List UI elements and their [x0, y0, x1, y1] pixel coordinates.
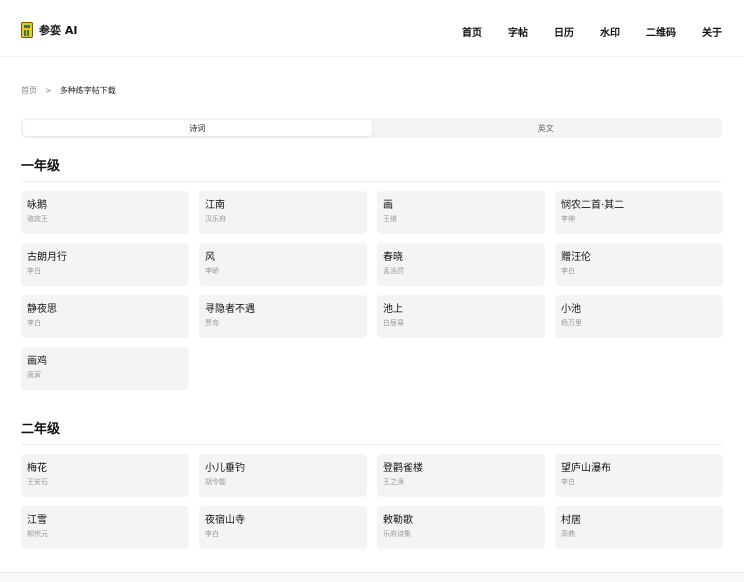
poem-title: 小儿垂钓: [205, 463, 245, 474]
poem-card[interactable]: 梅花 王安石: [21, 454, 189, 497]
poem-grid: 咏鹅骆宾王 江南汉乐府 画王维 悯农二首·其二 李绅 古朗月行李白 风李峤 春晓孟…: [21, 191, 723, 390]
poem-card[interactable]: 咏鹅 骆宾王: [21, 191, 189, 234]
poem-title: 风: [205, 252, 215, 263]
poem-author: 高鼎: [561, 530, 575, 538]
breadcrumb: 首页 > 多种练字帖下载: [21, 85, 116, 96]
poem-author: 柳宗元: [27, 530, 48, 538]
breadcrumb-separator-icon: >: [45, 86, 52, 95]
poem-card[interactable]: 登鹳雀楼 王之涣: [377, 454, 545, 497]
poem-title: 寻隐者不遇: [205, 304, 255, 315]
nav-qrcode[interactable]: 二维码: [646, 24, 676, 39]
poem-card[interactable]: 画鸡 唐寅: [21, 347, 189, 390]
poem-author: 李峤: [205, 267, 219, 275]
poem-title: 村居: [561, 515, 581, 526]
poem-author: 李白: [205, 530, 219, 538]
poem-title: 小池: [561, 304, 581, 315]
poem-card[interactable]: 敕勒歌 乐府诗集: [377, 506, 545, 549]
nav-calendar[interactable]: 日历: [554, 24, 574, 39]
poem-author: 乐府诗集: [383, 530, 411, 538]
poem-card[interactable]: 悯农二首·其二 李绅: [555, 191, 723, 234]
nav-copybook[interactable]: 字帖: [508, 24, 528, 39]
section-title: 二年级: [21, 422, 61, 437]
poem-title: 画: [383, 200, 393, 211]
poem-title: 画鸡: [27, 356, 47, 367]
poem-author: 李白: [561, 478, 575, 486]
poem-title: 望庐山瀑布: [561, 463, 611, 474]
poem-card[interactable]: 春晓 孟浩然: [377, 243, 545, 286]
nav-about[interactable]: 关于: [702, 24, 722, 39]
poem-title: 悯农二首·其二: [561, 200, 625, 211]
poem-card[interactable]: 夜宿山寺 李白: [199, 506, 367, 549]
poem-author: 杨万里: [561, 319, 582, 327]
poem-author: 唐寅: [27, 371, 41, 379]
poem-card[interactable]: 赠汪伦 李白: [555, 243, 723, 286]
main-nav: 首页 字帖 日历 水印 二维码 关于: [462, 24, 722, 39]
poem-author: 孟浩然: [383, 267, 404, 275]
category-tabs: 诗词 英文: [21, 118, 722, 138]
poem-card[interactable]: 江南 汉乐府: [199, 191, 367, 234]
poem-author: 王之涣: [383, 478, 404, 486]
poem-author: 李白: [27, 319, 41, 327]
nav-watermark[interactable]: 水印: [600, 24, 620, 39]
poem-author: 王维: [383, 215, 397, 223]
site-header: 参娈 AI 首页 字帖 日历 水印 二维码 关于: [0, 0, 744, 57]
poem-card[interactable]: 小池 杨万里: [555, 295, 723, 338]
poem-title: 梅花: [27, 463, 47, 474]
poem-title: 江南: [205, 200, 225, 211]
horizontal-scrollbar[interactable]: [0, 572, 744, 582]
poem-card[interactable]: 江雪 柳宗元: [21, 506, 189, 549]
poem-card[interactable]: 望庐山瀑布 李白: [555, 454, 723, 497]
tab-poetry[interactable]: 诗词: [23, 120, 372, 136]
poem-author: 王安石: [27, 478, 48, 486]
logo-text: 参娈 AI: [39, 24, 78, 37]
poem-title: 池上: [383, 304, 403, 315]
poem-card[interactable]: 风李峤: [199, 243, 367, 286]
poem-author: 胡令能: [205, 478, 226, 486]
poem-title: 登鹳雀楼: [383, 463, 423, 474]
poem-title: 江雪: [27, 515, 47, 526]
poem-title: 静夜思: [27, 304, 57, 315]
poem-author: 李白: [561, 267, 575, 275]
section-divider: [21, 181, 722, 182]
poem-title: 咏鹅: [27, 200, 47, 211]
poem-author: 李白: [27, 267, 41, 275]
poem-author: 汉乐府: [205, 215, 226, 223]
logo[interactable]: 参娈 AI: [21, 22, 77, 38]
poem-author: 李绅: [561, 215, 575, 223]
poem-card[interactable]: 画王维: [377, 191, 545, 234]
poem-card[interactable]: 寻隐者不遇 贾岛: [199, 295, 367, 338]
poem-card[interactable]: 池上 白居易: [377, 295, 545, 338]
poem-author: 贾岛: [205, 319, 219, 327]
section-title: 一年级: [21, 159, 61, 174]
nav-home[interactable]: 首页: [462, 24, 482, 39]
breadcrumb-current: 多种练字帖下载: [59, 86, 116, 95]
poem-author: 骆宾王: [27, 215, 48, 223]
poem-card[interactable]: 小儿垂钓 胡令能: [199, 454, 367, 497]
poem-card[interactable]: 古朗月行 李白: [21, 243, 189, 286]
grade-section: 二年级 梅花王安石 小儿垂钓胡令能 登鹳雀楼王之涣 望庐山瀑布李白 江雪柳宗元 …: [21, 418, 723, 549]
poem-title: 春晓: [383, 252, 403, 263]
poem-title: 敕勒歌: [383, 515, 413, 526]
poem-title: 古朗月行: [27, 252, 67, 263]
calendar-logo-icon: [21, 22, 33, 38]
poem-card[interactable]: 静夜思 李白: [21, 295, 189, 338]
breadcrumb-home-link[interactable]: 首页: [21, 85, 37, 96]
poem-card[interactable]: 村居 高鼎: [555, 506, 723, 549]
poem-author: 白居易: [383, 319, 404, 327]
section-divider: [21, 444, 722, 445]
poem-title: 赠汪伦: [561, 252, 591, 263]
poem-title: 夜宿山寺: [205, 515, 245, 526]
tab-english[interactable]: 英文: [372, 120, 721, 136]
grade-section: 一年级 咏鹅骆宾王 江南汉乐府 画王维 悯农二首·其二 李绅 古朗月行李白 风李峤…: [21, 155, 723, 390]
poem-grid: 梅花王安石 小儿垂钓胡令能 登鹳雀楼王之涣 望庐山瀑布李白 江雪柳宗元 夜宿山寺…: [21, 454, 723, 549]
